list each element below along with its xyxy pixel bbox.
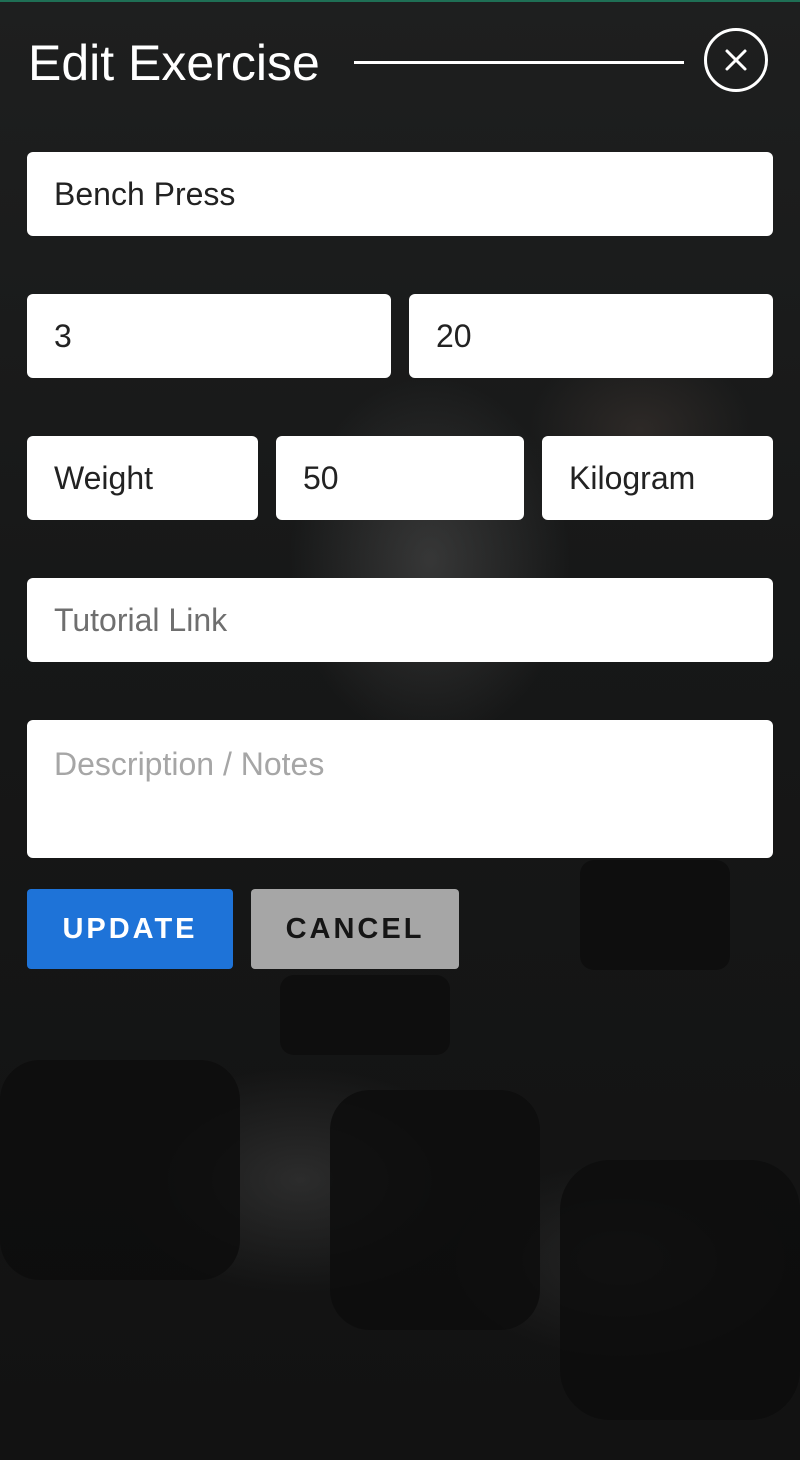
dumbbell-shape: [0, 1060, 240, 1280]
dumbbell-shape: [560, 1160, 800, 1420]
dialog-header: Edit Exercise: [28, 28, 774, 98]
close-button[interactable]: [704, 28, 768, 92]
dumbbell-shape: [580, 860, 730, 970]
description-notes-textarea[interactable]: Description / Notes: [27, 720, 773, 858]
close-x-icon: [725, 49, 747, 71]
page-title: Edit Exercise: [28, 35, 320, 91]
reps-input[interactable]: 20: [409, 294, 773, 378]
dumbbell-shape: [330, 1090, 540, 1330]
tutorial-link-input[interactable]: Tutorial Link: [27, 578, 773, 662]
measure-type-select[interactable]: Weight: [27, 436, 258, 520]
cancel-button[interactable]: CANCEL: [251, 889, 459, 969]
unit-select[interactable]: Kilogram: [542, 436, 773, 520]
amount-input[interactable]: 50: [276, 436, 524, 520]
exercise-name-input[interactable]: Bench Press: [27, 152, 773, 236]
title-divider: [354, 61, 684, 64]
update-button[interactable]: UPDATE: [27, 889, 233, 969]
dumbbell-shape: [280, 975, 450, 1055]
sets-input[interactable]: 3: [27, 294, 391, 378]
